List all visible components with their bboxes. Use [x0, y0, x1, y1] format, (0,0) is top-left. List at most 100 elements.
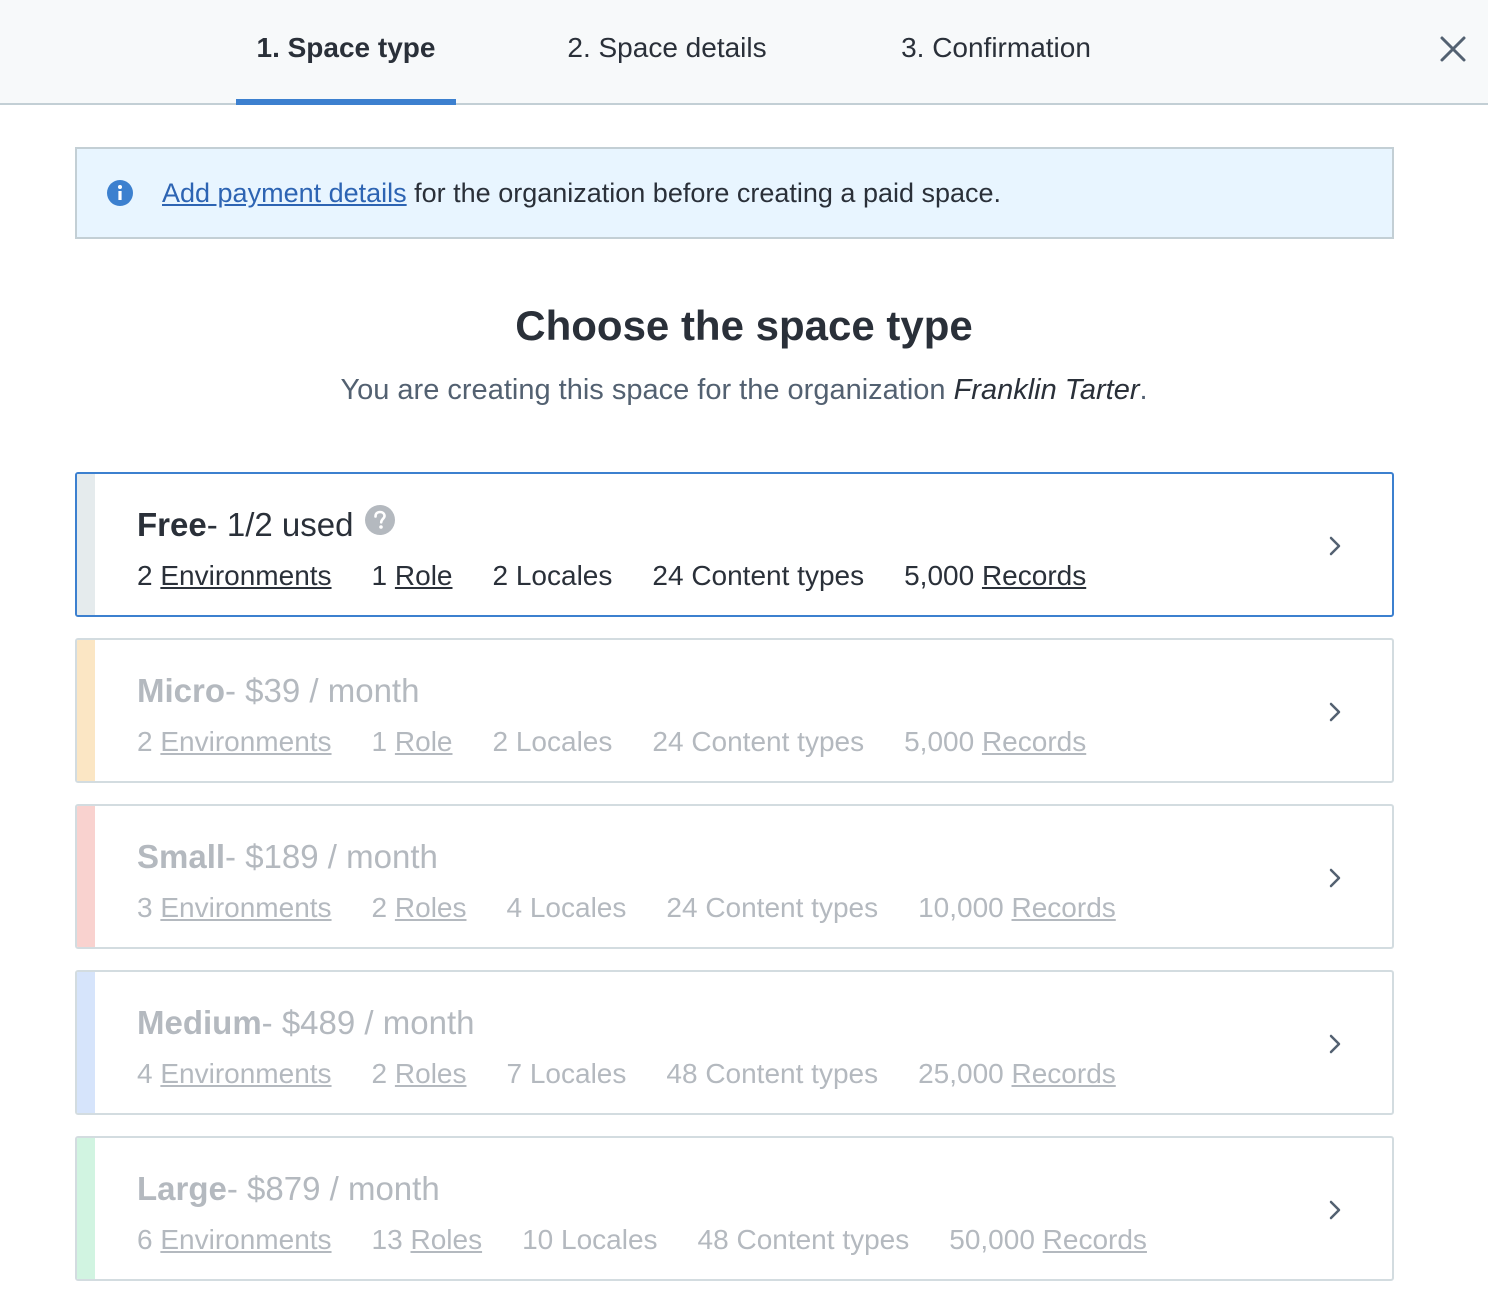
plan-title: Medium - $489 / month	[137, 1004, 474, 1042]
feature-roles: 1 Role	[372, 726, 453, 758]
feature-count: 2	[492, 560, 516, 591]
feature-environments: 4 Environments	[137, 1058, 332, 1090]
feature-count: 48	[697, 1224, 737, 1255]
plan-title: Large - $879 / month	[137, 1170, 440, 1208]
feature-locales: 4 Locales	[507, 892, 627, 924]
feature-count: 24	[666, 892, 706, 923]
chevron-right-icon	[1329, 1200, 1341, 1220]
chevron-right-icon	[1329, 868, 1341, 888]
feature-link[interactable]: Roles	[395, 1058, 467, 1089]
plan-features: 4 Environments 2 Roles 7 Locales 48 Cont…	[137, 1058, 1156, 1090]
feature-locales: 7 Locales	[507, 1058, 627, 1090]
feature-roles: 1 Role	[372, 560, 453, 592]
tab-confirmation[interactable]: 3. Confirmation	[886, 0, 1106, 103]
plan-detail: - $189 / month	[225, 838, 438, 875]
plan-card-free[interactable]: Free - 1/2 used 2 Environments 1 Role 2 …	[75, 472, 1394, 617]
plan-stripe	[77, 972, 95, 1113]
feature-link[interactable]: Role	[395, 560, 453, 591]
feature-records: 5,000 Records	[904, 560, 1086, 592]
tab-label: 1. Space type	[256, 32, 436, 63]
add-payment-details-link[interactable]: Add payment details	[162, 178, 407, 208]
help-icon[interactable]	[365, 505, 396, 535]
feature-label: Locales	[529, 892, 627, 923]
feature-roles: 2 Roles	[372, 892, 467, 924]
feature-label: Locales	[561, 1224, 658, 1255]
subtitle-suffix: .	[1139, 374, 1148, 406]
plan-name: Micro	[137, 672, 226, 709]
feature-label: Locales	[529, 1058, 627, 1089]
feature-count: 1	[371, 726, 395, 757]
feature-link[interactable]: Records	[982, 726, 1086, 757]
feature-count: 13	[371, 1224, 411, 1255]
plan-card-medium[interactable]: Medium - $489 / month 4 Environments 2 R…	[75, 970, 1394, 1115]
feature-count: 2	[137, 560, 161, 591]
feature-locales: 2 Locales	[493, 726, 613, 758]
feature-count: 2	[371, 1058, 395, 1089]
feature-count: 50,000	[949, 1224, 1043, 1255]
page-title: Choose the space type	[515, 302, 973, 349]
chevron-right-icon	[1329, 536, 1341, 556]
feature-label: Content types	[705, 1058, 879, 1089]
feature-link[interactable]: Roles	[395, 892, 467, 923]
feature-count: 4	[137, 1058, 161, 1089]
feature-count: 2	[137, 726, 161, 757]
feature-link[interactable]: Role	[395, 726, 453, 757]
feature-label: Content types	[691, 560, 865, 591]
plan-detail: - 1/2 used	[206, 506, 354, 543]
feature-count: 2	[371, 892, 395, 923]
plan-card-micro[interactable]: Micro - $39 / month 2 Environments 1 Rol…	[75, 638, 1394, 783]
payment-note: Add payment details for the organization…	[75, 147, 1394, 239]
feature-label: Content types	[736, 1224, 910, 1255]
feature-link[interactable]: Roles	[410, 1224, 482, 1255]
feature-link[interactable]: Environments	[160, 1224, 331, 1255]
note-text: Add payment details for the organization…	[162, 178, 1001, 209]
feature-environments: 3 Environments	[137, 892, 332, 924]
feature-locales: 10 Locales	[522, 1224, 657, 1256]
close-button[interactable]	[1438, 30, 1468, 66]
feature-link[interactable]: Environments	[160, 560, 331, 591]
feature-label: Locales	[515, 560, 613, 591]
plan-card-large[interactable]: Large - $879 / month 6 Environments 13 R…	[75, 1136, 1394, 1281]
feature-count: 1	[371, 560, 395, 591]
plan-stripe	[77, 474, 95, 615]
feature-count: 24	[652, 560, 692, 591]
tab-space-type[interactable]: 1. Space type	[236, 0, 456, 105]
feature-environments: 2 Environments	[137, 726, 332, 758]
plan-stripe	[77, 640, 95, 781]
feature-records: 50,000 Records	[949, 1224, 1147, 1256]
info-icon	[107, 180, 133, 206]
feature-environments: 2 Environments	[137, 560, 332, 592]
feature-count: 48	[666, 1058, 706, 1089]
plan-title: Small - $189 / month	[137, 838, 438, 876]
plan-features: 3 Environments 2 Roles 4 Locales 24 Cont…	[137, 892, 1156, 924]
feature-count: 5,000	[904, 560, 982, 591]
plan-features: 6 Environments 13 Roles 10 Locales 48 Co…	[137, 1224, 1187, 1256]
feature-link[interactable]: Records	[1043, 1224, 1147, 1255]
feature-link[interactable]: Environments	[160, 726, 331, 757]
feature-records: 5,000 Records	[904, 726, 1086, 758]
feature-locales: 2 Locales	[493, 560, 613, 592]
chevron-right-icon	[1329, 1034, 1341, 1054]
feature-link[interactable]: Environments	[160, 1058, 331, 1089]
plan-detail: - $39 / month	[225, 672, 420, 709]
plan-stripe	[77, 1138, 95, 1279]
page-subtitle: You are creating this space for the orga…	[0, 374, 1488, 407]
feature-link[interactable]: Records	[982, 560, 1086, 591]
close-icon	[1440, 36, 1466, 62]
plan-card-small[interactable]: Small - $189 / month 3 Environments 2 Ro…	[75, 804, 1394, 949]
tab-space-details[interactable]: 2. Space details	[556, 0, 778, 103]
plan-name: Large	[137, 1170, 227, 1207]
feature-count: 10	[522, 1224, 562, 1255]
feature-link[interactable]: Records	[1012, 892, 1116, 923]
feature-link[interactable]: Environments	[160, 892, 331, 923]
plan-title: Free - 1/2 used	[137, 505, 396, 544]
plan-stripe	[77, 806, 95, 947]
feature-count: 3	[137, 892, 161, 923]
feature-count: 7	[506, 1058, 530, 1089]
tab-label: 3. Confirmation	[901, 32, 1091, 63]
feature-link[interactable]: Records	[1012, 1058, 1116, 1089]
feature-records: 25,000 Records	[918, 1058, 1116, 1090]
plan-title: Micro - $39 / month	[137, 672, 419, 710]
subtitle-prefix: You are creating this space for the orga…	[340, 374, 954, 406]
feature-content-types: 24 Content types	[666, 892, 878, 924]
